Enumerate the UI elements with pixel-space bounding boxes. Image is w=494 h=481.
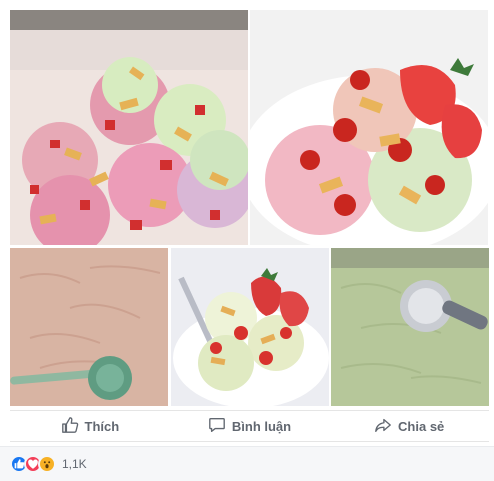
photo-green-ice-cream-scoop[interactable] [331, 248, 489, 406]
comment-button[interactable]: Bình luận [170, 411, 330, 441]
reaction-count[interactable]: 1,1K [62, 457, 87, 471]
photo-pink-ice-cream-scoop[interactable] [10, 248, 168, 406]
share-button[interactable]: Chia sẻ [329, 411, 489, 441]
photo-ice-cream-tray[interactable] [10, 10, 248, 245]
photo-ice-cream-bowl[interactable] [250, 10, 488, 245]
post-action-bar: Thích Bình luận Chia sẻ [10, 410, 489, 442]
reactions-footer: 1,1K [0, 446, 494, 481]
share-label: Chia sẻ [398, 418, 445, 434]
reaction-icons[interactable] [10, 455, 56, 473]
thumbs-up-icon [61, 416, 79, 437]
like-button[interactable]: Thích [10, 411, 170, 441]
share-icon [374, 416, 392, 437]
comment-label: Bình luận [231, 418, 292, 434]
photo-ice-cream-plate[interactable] [171, 248, 329, 406]
like-label: Thích [84, 418, 120, 434]
comment-icon [208, 416, 226, 437]
wow-reaction-icon [38, 455, 56, 473]
